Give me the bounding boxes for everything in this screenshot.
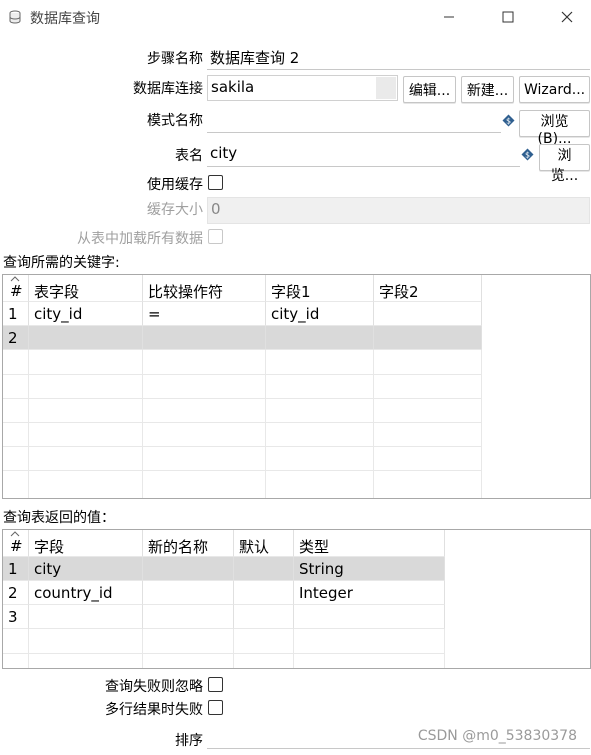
variable-icon: $ (502, 114, 515, 127)
table-cell[interactable]: String (294, 557, 445, 581)
table-header-cell[interactable]: 表字段 (29, 275, 143, 302)
step-name-input[interactable]: 数据库查询 2 (207, 45, 590, 70)
svg-text:$: $ (525, 151, 530, 160)
table-header-cell: # (3, 275, 29, 302)
fail-multi-label: 多行结果时失败 (105, 702, 203, 718)
table-cell[interactable]: = (143, 302, 266, 326)
minimize-icon (444, 16, 454, 18)
minimize-button[interactable] (434, 4, 464, 30)
table-header-cell[interactable]: 类型 (294, 530, 445, 557)
table-cell[interactable] (294, 605, 445, 629)
table-cell[interactable] (143, 557, 234, 581)
load-all-checkbox[interactable] (208, 229, 223, 244)
table-cell[interactable]: city_id (29, 302, 143, 326)
table-cell[interactable] (143, 605, 234, 629)
edit-connection-button[interactable]: 编辑... (403, 76, 456, 103)
fail-ignore-checkbox[interactable] (208, 677, 223, 692)
connection-value: sakila (211, 78, 255, 96)
table-cell[interactable] (234, 605, 294, 629)
row-number[interactable]: 3 (3, 605, 29, 629)
title-bar: 数据库查询 (0, 0, 591, 34)
svg-text:$: $ (506, 117, 511, 126)
return-section-label: 查询表返回的值： (3, 510, 115, 526)
table-header-cell[interactable]: 默认 (234, 530, 294, 557)
cache-size-label: 缓存大小 (147, 202, 203, 218)
use-cache-checkbox[interactable] (208, 175, 223, 190)
row-number[interactable]: 2 (3, 581, 29, 605)
table-header-cell: # (3, 530, 29, 557)
row-number[interactable]: 2 (3, 326, 29, 350)
table-cell[interactable] (234, 557, 294, 581)
wizard-button[interactable]: Wizard... (519, 76, 590, 103)
table-cell[interactable] (374, 302, 482, 326)
maximize-icon (502, 11, 514, 23)
table-cell[interactable] (29, 605, 143, 629)
table-header-cell[interactable]: 字段 (29, 530, 143, 557)
table-cell[interactable]: country_id (29, 581, 143, 605)
maximize-button[interactable] (493, 4, 523, 30)
close-button[interactable] (552, 4, 582, 30)
table-cell[interactable] (234, 581, 294, 605)
database-icon (9, 10, 21, 24)
connection-label: 数据库连接 (133, 81, 203, 97)
new-connection-button[interactable]: 新建... (461, 76, 514, 103)
table-header-cell[interactable]: 字段2 (374, 275, 482, 302)
window-title: 数据库查询 (30, 11, 100, 27)
table-cell[interactable] (266, 326, 374, 350)
row-number[interactable]: 1 (3, 302, 29, 326)
schema-input[interactable] (207, 108, 501, 133)
table-header-cell[interactable]: 新的名称 (143, 530, 234, 557)
load-all-label: 从表中加载所有数据 (77, 231, 203, 247)
variable-icon: $ (521, 148, 534, 161)
table-name-label: 表名 (175, 148, 203, 164)
table-cell[interactable]: city (29, 557, 143, 581)
browse-table-button[interactable]: 浏览... (539, 144, 590, 184)
table-name-input[interactable]: city (207, 142, 520, 167)
table-header-cell[interactable]: 字段1 (266, 275, 374, 302)
watermark: CSDN @m0_53830378 (417, 728, 577, 744)
table-cell[interactable]: Integer (294, 581, 445, 605)
close-icon (561, 11, 573, 23)
table-header-cell[interactable]: 比较操作符 (143, 275, 266, 302)
order-label: 排序 (175, 733, 203, 749)
connection-dropdown-area[interactable] (376, 77, 396, 99)
table-cell[interactable] (143, 326, 266, 350)
empty-rows-grid (3, 629, 445, 668)
table-cell[interactable] (29, 326, 143, 350)
connection-select[interactable]: sakila (207, 75, 398, 101)
fail-multi-checkbox[interactable] (208, 700, 223, 715)
table-cell[interactable] (374, 326, 482, 350)
row-number[interactable]: 1 (3, 557, 29, 581)
browse-schema-button[interactable]: 浏览(B)... (519, 110, 590, 147)
table-cell[interactable] (143, 581, 234, 605)
keys-section-label: 查询所需的关键字: (3, 255, 120, 271)
fail-ignore-label: 查询失败则忽略 (105, 679, 203, 695)
return-table[interactable]: # 字段 新的名称 默认 类型 1 city String 2 country_… (2, 529, 591, 669)
keys-table[interactable]: # 表字段 比较操作符 字段1 字段2 1 city_id = city_id … (2, 274, 591, 499)
use-cache-label: 使用缓存 (147, 177, 203, 193)
table-cell[interactable]: city_id (266, 302, 374, 326)
empty-rows-grid (3, 350, 482, 498)
cache-size-input[interactable]: 0 (207, 197, 590, 224)
schema-label: 模式名称 (147, 113, 203, 129)
step-name-label: 步骤名称 (147, 51, 203, 67)
